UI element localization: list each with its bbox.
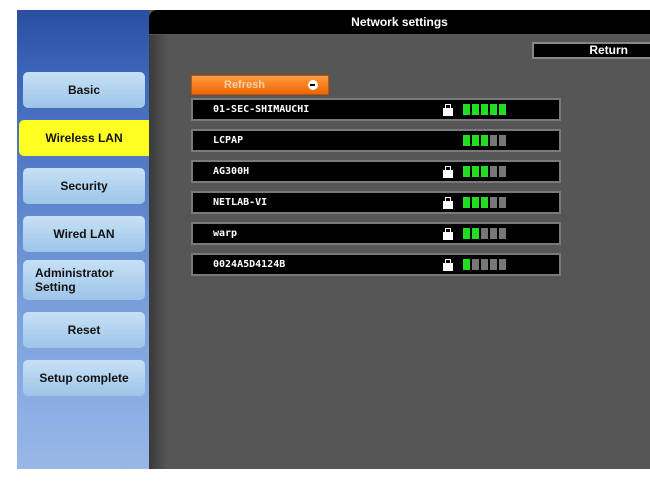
sidebar: Basic Wireless LAN Security Wired LAN Ad… bbox=[17, 10, 149, 482]
signal-bar bbox=[499, 166, 506, 177]
signal-bar bbox=[490, 197, 497, 208]
divider bbox=[149, 35, 167, 482]
signal-strength-icon bbox=[463, 166, 506, 177]
signal-bar bbox=[463, 104, 470, 115]
network-ssid: LCPAP bbox=[213, 135, 244, 146]
sidebar-item-label: Basic bbox=[67, 83, 101, 97]
signal-bar bbox=[499, 135, 506, 146]
signal-bar bbox=[472, 197, 479, 208]
signal-bar bbox=[490, 135, 497, 146]
main-panel: Network settings Return Refresh 01-SEC-S… bbox=[149, 10, 650, 482]
lock-icon bbox=[443, 166, 453, 178]
network-row[interactable]: NETLAB-VI bbox=[191, 191, 561, 214]
lock-icon bbox=[443, 228, 453, 240]
sidebar-item-security[interactable]: Security bbox=[23, 168, 145, 204]
sidebar-item-administrator-setting[interactable]: Administrator Setting bbox=[23, 260, 145, 300]
signal-bar bbox=[481, 135, 488, 146]
signal-bar bbox=[472, 166, 479, 177]
signal-bar bbox=[463, 197, 470, 208]
signal-bar bbox=[463, 228, 470, 239]
signal-bar bbox=[472, 104, 479, 115]
signal-bar bbox=[499, 104, 506, 115]
signal-strength-icon bbox=[463, 135, 506, 146]
lock-icon bbox=[443, 259, 453, 271]
sidebar-item-wireless-lan[interactable]: Wireless LAN bbox=[19, 120, 149, 156]
signal-bar bbox=[499, 259, 506, 270]
network-row[interactable]: AG300H bbox=[191, 160, 561, 183]
network-row[interactable]: 01-SEC-SHIMAUCHI bbox=[191, 98, 561, 121]
network-row[interactable]: 0024A5D4124B bbox=[191, 253, 561, 276]
refresh-label: Refresh bbox=[224, 79, 265, 91]
signal-bar bbox=[472, 259, 479, 270]
refresh-button[interactable]: Refresh bbox=[191, 75, 329, 95]
signal-bar bbox=[472, 135, 479, 146]
signal-bar bbox=[463, 259, 470, 270]
signal-strength-icon bbox=[463, 259, 506, 270]
window-title: Network settings bbox=[149, 10, 650, 34]
sidebar-item-label: Setup complete bbox=[39, 371, 129, 385]
signal-bar bbox=[490, 104, 497, 115]
sidebar-item-label: Administrator Setting bbox=[35, 266, 114, 294]
signal-bar bbox=[490, 166, 497, 177]
signal-bar bbox=[472, 228, 479, 239]
signal-bar bbox=[499, 197, 506, 208]
network-ssid: NETLAB-VI bbox=[213, 197, 268, 208]
signal-strength-icon bbox=[463, 197, 506, 208]
signal-bar bbox=[463, 166, 470, 177]
signal-bar bbox=[481, 104, 488, 115]
network-ssid: 0024A5D4124B bbox=[213, 259, 286, 270]
signal-bar bbox=[463, 135, 470, 146]
sidebar-item-basic[interactable]: Basic bbox=[23, 72, 145, 108]
sidebar-item-reset[interactable]: Reset bbox=[23, 312, 145, 348]
lock-icon bbox=[443, 197, 453, 209]
signal-bar bbox=[481, 228, 488, 239]
signal-bar bbox=[481, 197, 488, 208]
signal-bar bbox=[481, 259, 488, 270]
network-ssid: warp bbox=[213, 228, 238, 239]
sidebar-item-label: Wireless LAN bbox=[45, 131, 123, 145]
sidebar-item-setup-complete[interactable]: Setup complete bbox=[23, 360, 145, 396]
network-row[interactable]: warp bbox=[191, 222, 561, 245]
network-ssid: AG300H bbox=[213, 166, 250, 177]
signal-bar bbox=[490, 228, 497, 239]
sidebar-item-label: Security bbox=[60, 179, 108, 193]
signal-bar bbox=[499, 228, 506, 239]
signal-strength-icon bbox=[463, 104, 506, 115]
network-settings-screen: Basic Wireless LAN Security Wired LAN Ad… bbox=[17, 10, 650, 482]
bottom-margin bbox=[0, 469, 650, 482]
signal-strength-icon bbox=[463, 228, 506, 239]
sidebar-item-wired-lan[interactable]: Wired LAN bbox=[23, 216, 145, 252]
enter-icon bbox=[308, 80, 318, 90]
sidebar-item-label: Wired LAN bbox=[53, 227, 115, 241]
lock-icon bbox=[443, 104, 453, 116]
sidebar-item-label: Reset bbox=[67, 323, 101, 337]
signal-bar bbox=[490, 259, 497, 270]
return-button[interactable]: Return bbox=[532, 42, 650, 59]
network-row[interactable]: LCPAP bbox=[191, 129, 561, 152]
signal-bar bbox=[481, 166, 488, 177]
network-ssid: 01-SEC-SHIMAUCHI bbox=[213, 104, 310, 115]
